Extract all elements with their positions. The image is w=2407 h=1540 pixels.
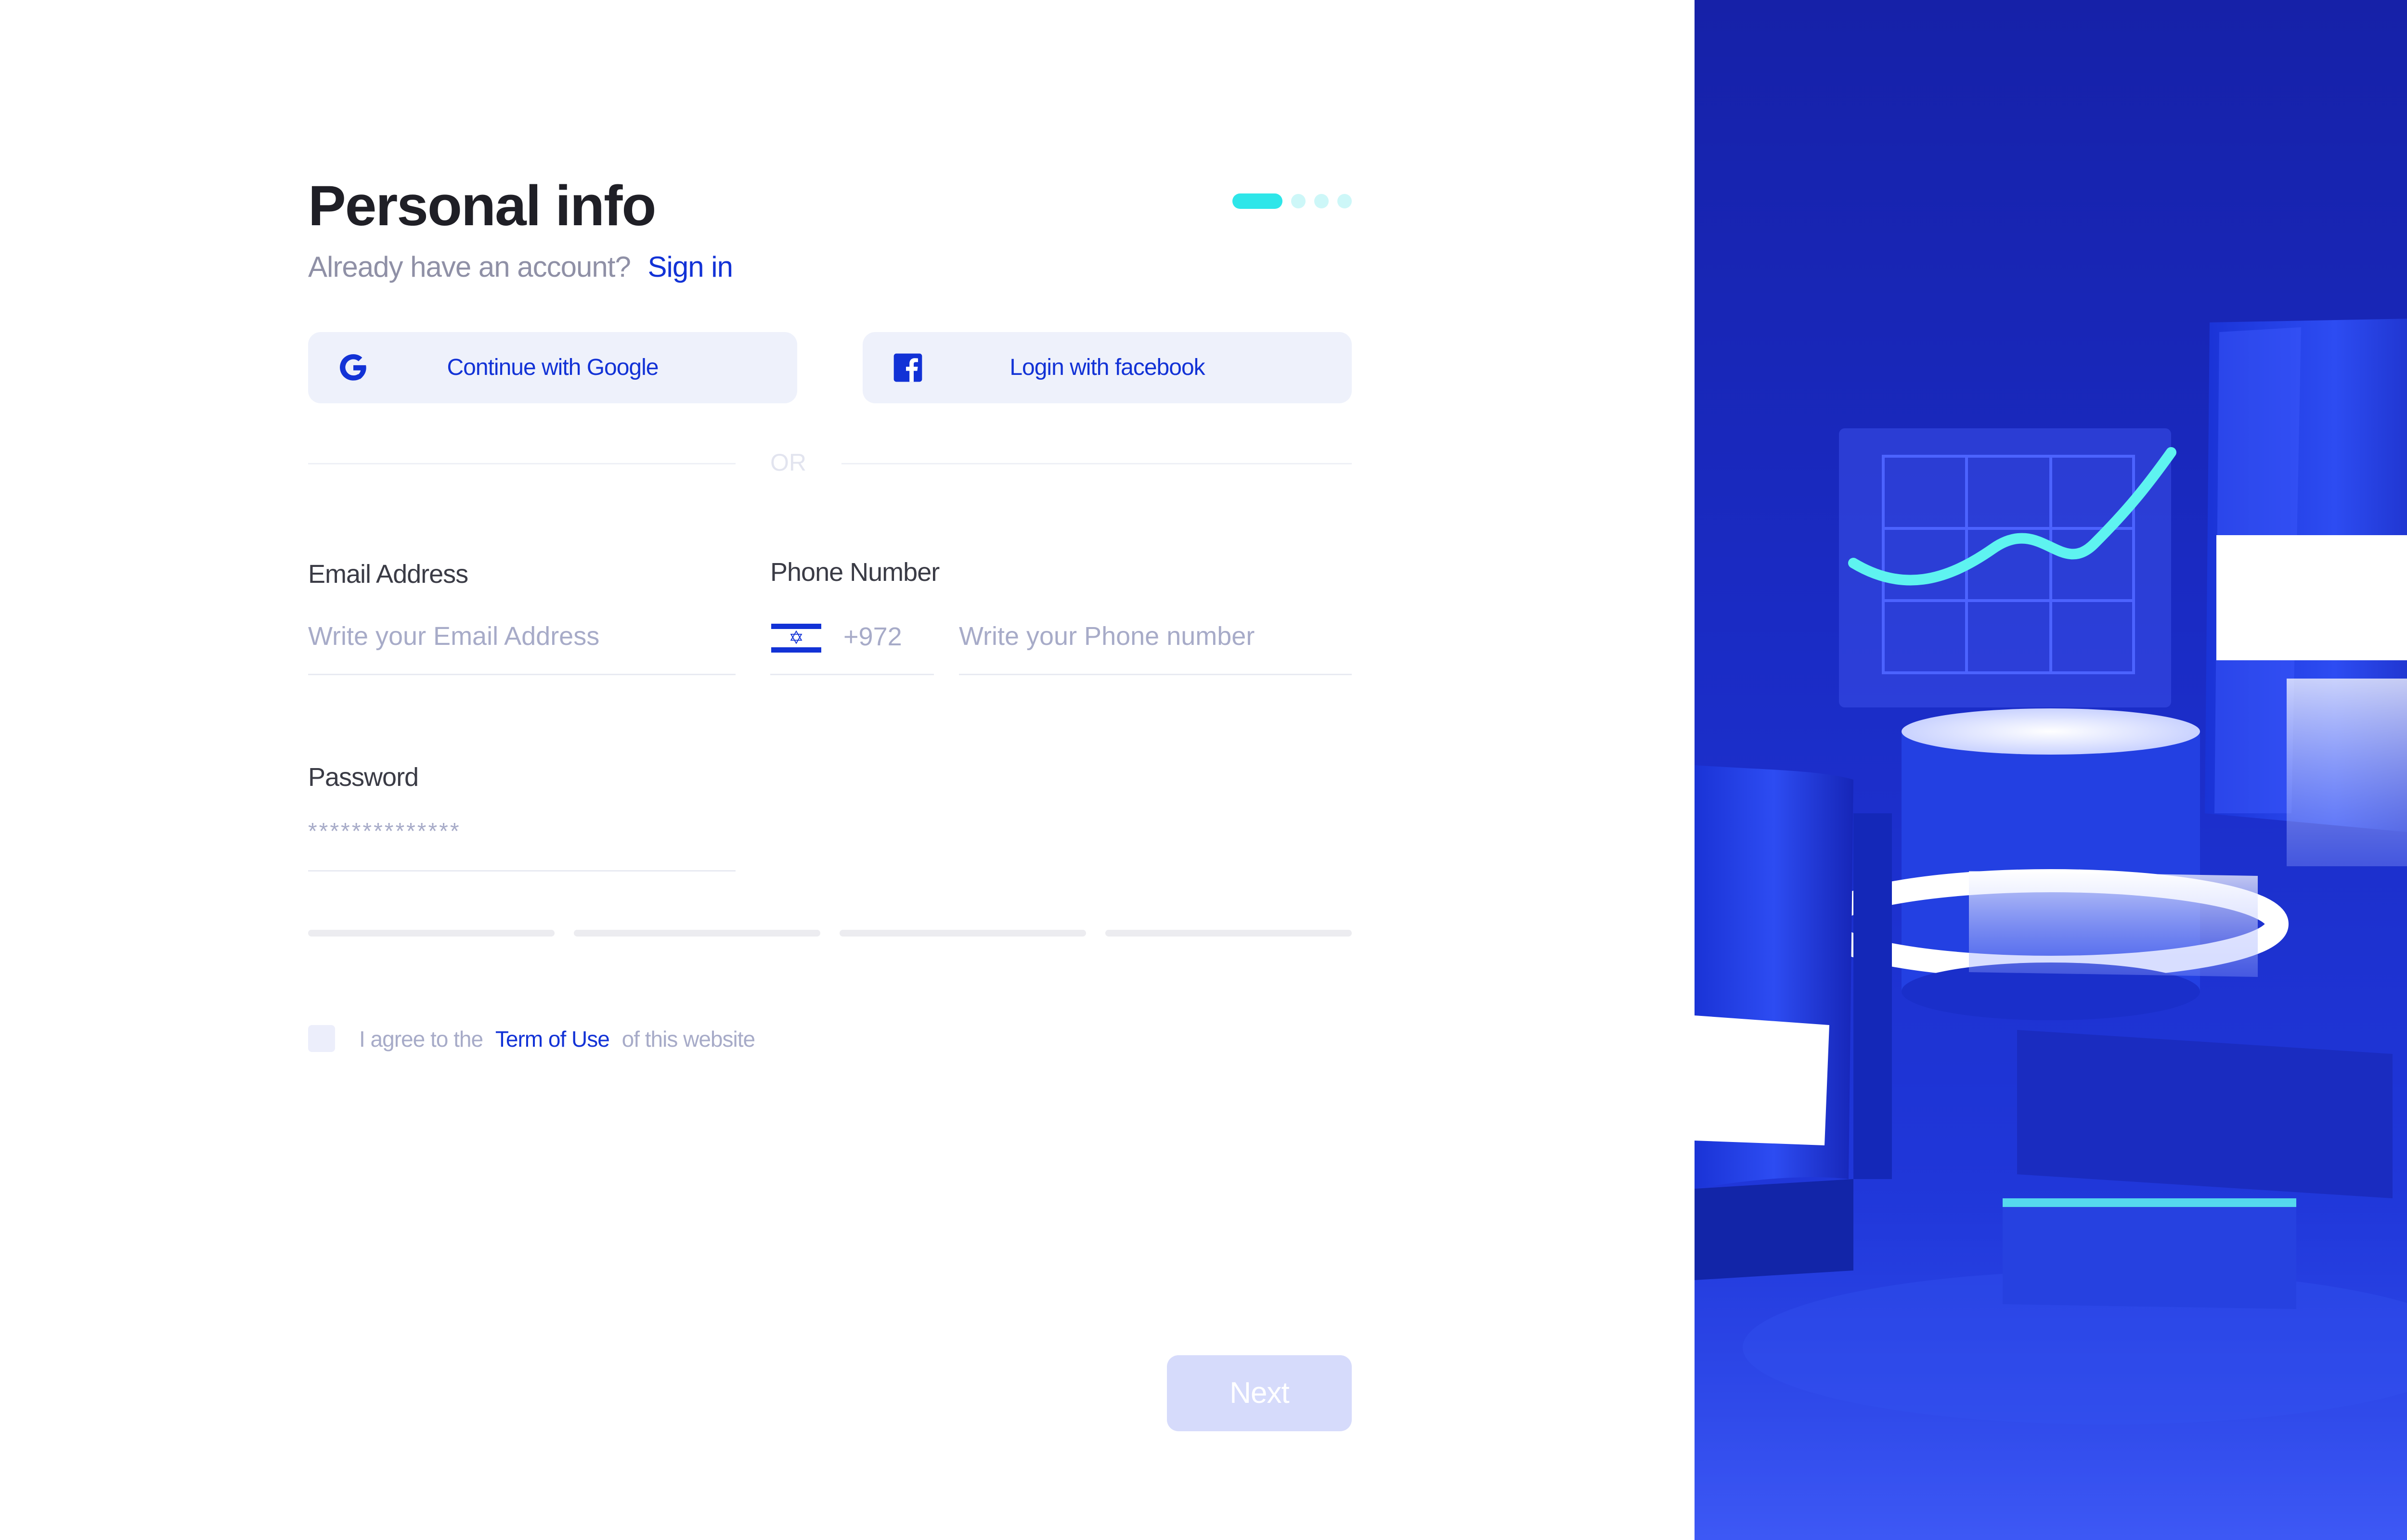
step-indicator-active xyxy=(1232,193,1282,209)
country-code[interactable]: +972 xyxy=(843,622,902,652)
password-input[interactable]: ************** xyxy=(308,818,461,845)
email-underline xyxy=(308,674,736,675)
terms-suffix: of this website xyxy=(621,1027,755,1052)
password-underline xyxy=(308,870,736,872)
email-label: Email Address xyxy=(308,560,468,589)
divider-line-left xyxy=(308,463,736,464)
terms-agreement-text: I agree to the Term of Use of this websi… xyxy=(359,1026,755,1052)
terms-prefix: I agree to the xyxy=(359,1027,483,1052)
password-label: Password xyxy=(308,763,419,792)
israel-flag-icon[interactable]: ✡ xyxy=(771,621,821,655)
signin-prompt-text: Already have an account? xyxy=(308,251,631,283)
facebook-button-label: Login with facebook xyxy=(1009,355,1205,380)
password-strength-segment xyxy=(574,930,820,937)
step-indicator-dot xyxy=(1291,194,1306,208)
signup-form-panel: Personal info Already have an account? S… xyxy=(0,0,1695,1540)
hero-illustration-panel xyxy=(1695,0,2407,1540)
divider-line-right xyxy=(841,463,1352,464)
next-button[interactable]: Next xyxy=(1167,1355,1352,1431)
country-code-underline xyxy=(770,674,934,675)
facebook-login-button[interactable]: Login with facebook xyxy=(863,332,1352,403)
google-signin-button[interactable]: Continue with Google xyxy=(308,332,797,403)
password-strength-segment xyxy=(308,930,555,937)
email-input[interactable] xyxy=(308,619,736,654)
step-indicator-dot xyxy=(1314,194,1329,208)
phone-input[interactable] xyxy=(959,619,1352,654)
google-button-label: Continue with Google xyxy=(447,355,659,380)
step-progress-indicator xyxy=(1232,193,1352,209)
phone-label: Phone Number xyxy=(770,558,940,587)
hero-3d-illustration xyxy=(1695,319,2407,1540)
signin-link[interactable]: Sign in xyxy=(647,251,733,283)
terms-checkbox[interactable] xyxy=(308,1025,335,1052)
step-indicator-dot xyxy=(1337,194,1352,208)
page-title: Personal info xyxy=(308,174,656,238)
terms-of-use-link[interactable]: Term of Use xyxy=(495,1027,610,1052)
password-strength-segment xyxy=(1105,930,1352,937)
password-strength-segment xyxy=(840,930,1086,937)
or-divider-text: OR xyxy=(770,449,806,476)
signin-prompt: Already have an account? Sign in xyxy=(308,250,733,283)
phone-underline xyxy=(959,674,1352,675)
